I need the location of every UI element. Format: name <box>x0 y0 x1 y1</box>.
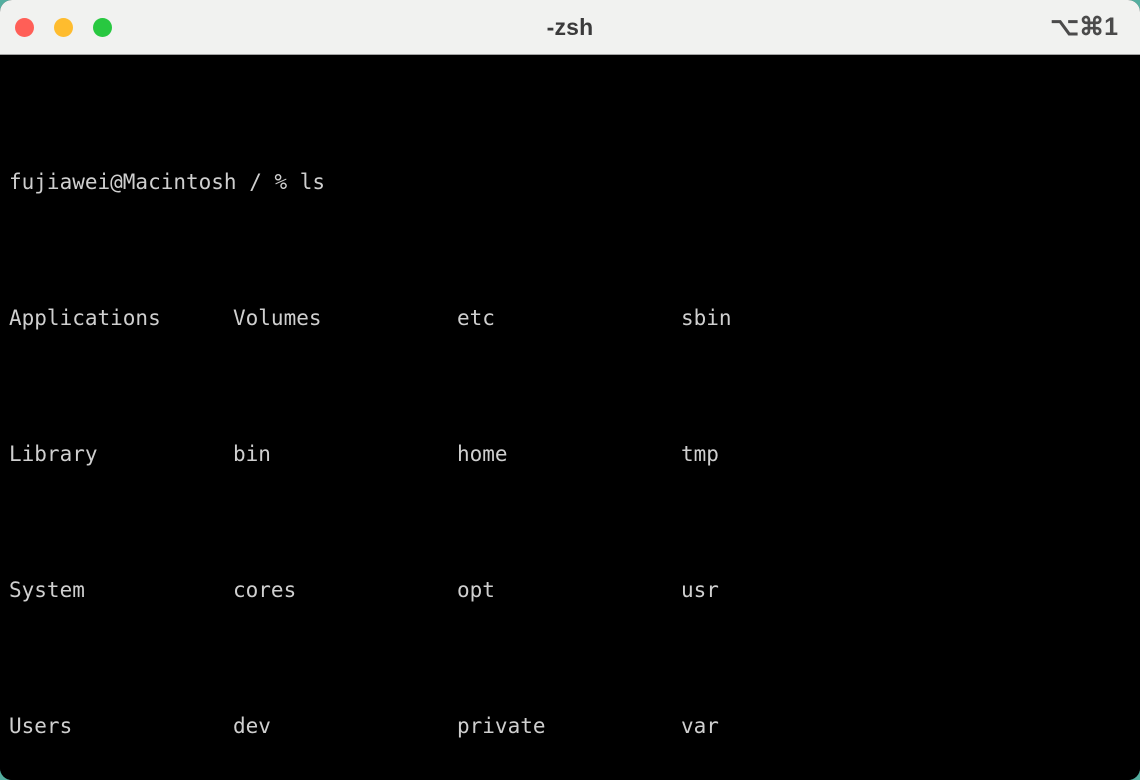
terminal-prompt-line-command: fujiawei@Macintosh / % ls <box>9 165 1140 199</box>
ls-entry: Users <box>9 714 73 738</box>
ls-entry: var <box>681 714 719 738</box>
ls-entry: private <box>457 714 546 738</box>
ls-row: Applications Volumes etc sbin <box>9 301 1140 335</box>
minimize-window-button[interactable] <box>54 18 73 37</box>
ls-entry: Library <box>9 442 98 466</box>
ls-entry: Volumes <box>233 306 322 330</box>
window-title: -zsh <box>546 14 594 40</box>
ls-entry: tmp <box>681 442 719 466</box>
ls-entry: home <box>457 442 508 466</box>
ls-row: Library bin home tmp <box>9 437 1140 471</box>
close-window-button[interactable] <box>15 18 34 37</box>
maximize-window-button[interactable] <box>93 18 112 37</box>
tab-shortcut-indicator: ⌥⌘1 <box>1050 13 1118 41</box>
ls-entry: opt <box>457 578 495 602</box>
title-bar[interactable]: -zsh ⌥⌘1 <box>0 0 1140 55</box>
prompt-with-command: fujiawei@Macintosh / % ls <box>9 170 326 194</box>
ls-entry: System <box>9 578 85 602</box>
ls-entry: dev <box>233 714 271 738</box>
ls-entry: etc <box>457 306 495 330</box>
ls-entry: bin <box>233 442 271 466</box>
terminal-output: fujiawei@Macintosh / % ls Applications Vo… <box>9 63 1140 780</box>
ls-entry: usr <box>681 578 719 602</box>
ls-row: Users dev private var <box>9 709 1140 743</box>
traffic-light-buttons <box>15 0 112 55</box>
terminal-screen[interactable]: fujiawei@Macintosh / % ls Applications Vo… <box>0 55 1140 780</box>
ls-row: System cores opt usr <box>9 573 1140 607</box>
terminal-window: -zsh ⌥⌘1 fujiawei@Macintosh / % ls Appli… <box>0 0 1140 780</box>
ls-entry: sbin <box>681 306 732 330</box>
ls-entry: Applications <box>9 306 161 330</box>
ls-entry: cores <box>233 578 297 602</box>
